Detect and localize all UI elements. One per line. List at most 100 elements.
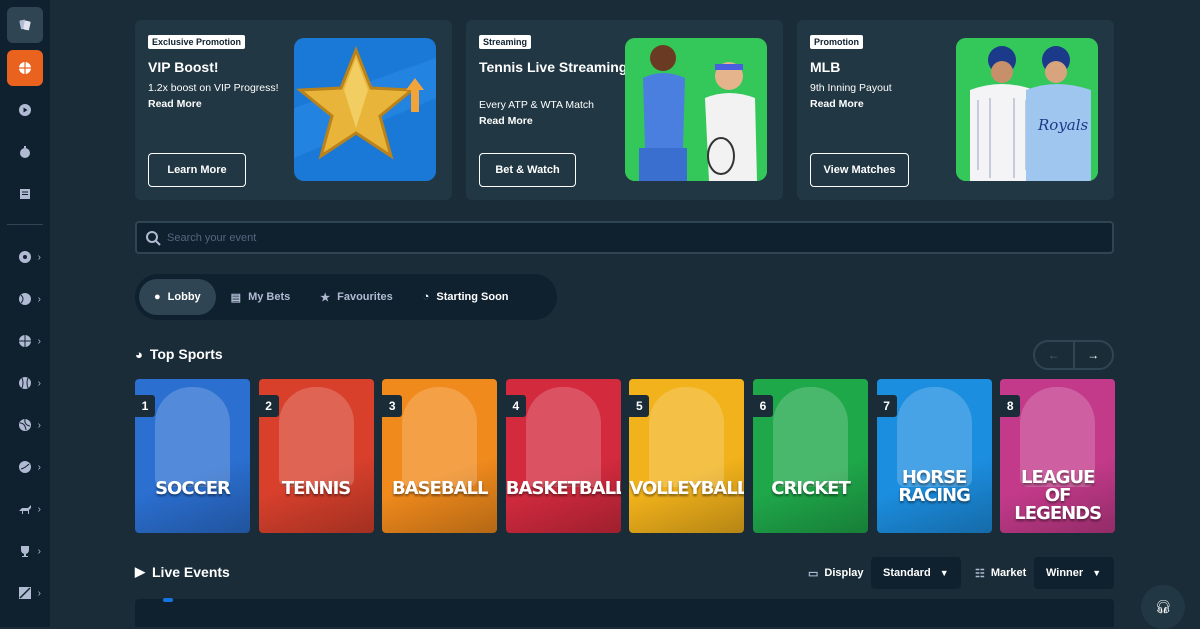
my-bets-nav-item[interactable]	[5, 176, 45, 212]
svg-text:Royals: Royals	[1037, 116, 1089, 134]
sport-rank: 3	[382, 395, 403, 417]
market-select[interactable]: Winner ▼	[1034, 557, 1114, 589]
sport-rank: 1	[135, 395, 155, 417]
sidebar-item-trophy[interactable]: ›	[5, 533, 45, 569]
sidebar-item-esports[interactable]: ›	[5, 575, 45, 611]
carousel-prev-button[interactable]: ←	[1035, 342, 1075, 368]
market-label: ☷ Market	[975, 567, 1027, 580]
bet-and-watch-button[interactable]: Bet & Watch	[479, 153, 576, 187]
carousel-next-button[interactable]: →	[1075, 342, 1113, 368]
monitor-icon: ▭	[808, 567, 819, 580]
search-icon	[146, 230, 161, 246]
betslip-icon: ▤	[230, 291, 242, 304]
sidebar-item-cricket[interactable]: ›	[5, 449, 45, 485]
athlete-image	[525, 387, 601, 487]
live-support-button[interactable]: 🎧︎	[1141, 585, 1185, 629]
promo-description: 1.2x boost on VIP Progress! Read More	[148, 82, 279, 110]
promo-card-mlb[interactable]: Promotion MLB 9th Inning Payout Read More…	[797, 20, 1114, 200]
tab-favourites[interactable]: ★ Favourites	[305, 279, 408, 315]
volleyball-icon	[19, 418, 31, 431]
sport-rank: 4	[505, 395, 526, 417]
sidebar-item-volleyball[interactable]: ›	[5, 407, 45, 443]
sidebar-item-tennis[interactable]: ›	[5, 281, 45, 317]
lobby-icon: ●	[154, 291, 161, 303]
chevron-down-icon: ▼	[939, 568, 949, 578]
search-input[interactable]: Search your event	[135, 221, 1114, 254]
sport-card[interactable]: 8 LEAGUE OF LEGENDS	[1000, 379, 1116, 533]
active-indicator	[163, 598, 173, 602]
sport-name: VOLLEYBALL	[629, 478, 745, 499]
display-label: ▭ Display	[808, 567, 864, 580]
read-more-link[interactable]: Read More	[148, 98, 202, 110]
athlete-image	[773, 387, 848, 487]
tab-starting-soon[interactable]: ◔ Starting Soon	[408, 279, 524, 315]
learn-more-button[interactable]: Learn More	[148, 153, 246, 187]
sport-name: HORSE RACING	[898, 467, 971, 506]
live-nav-item[interactable]	[5, 92, 45, 128]
promo-title: MLB	[810, 59, 841, 75]
list-icon: ☷	[975, 567, 985, 580]
cards-icon	[19, 19, 31, 31]
basketball-icon: ◕	[135, 346, 143, 362]
tennis-players-image	[625, 38, 767, 181]
play-icon	[19, 104, 31, 116]
view-matches-button[interactable]: View Matches	[810, 153, 909, 187]
chevron-right-icon: ›	[37, 587, 41, 599]
baseball-icon	[19, 377, 31, 389]
sport-rank: 2	[258, 395, 279, 417]
chevron-right-icon: ›	[37, 251, 41, 263]
sport-name: BASKETBALL	[505, 478, 621, 499]
promo-description: 9th Inning Payout Read More	[810, 82, 892, 110]
trophy-icon	[21, 546, 29, 557]
sport-name: TENNIS	[281, 478, 351, 499]
promo-tag: Exclusive Promotion	[148, 35, 246, 49]
sport-name: SOCCER	[155, 478, 231, 499]
sidebar-divider	[7, 224, 43, 225]
promo-tag: Streaming	[479, 35, 532, 49]
arrow-right-icon: →	[1087, 348, 1100, 362]
sport-card[interactable]: 7 HORSE RACING	[876, 379, 992, 533]
sport-card[interactable]: 2 TENNIS	[258, 379, 374, 533]
sidebar-item-horse-racing[interactable]: ›	[5, 491, 45, 527]
esports-icon	[19, 587, 31, 599]
promo-description: Every ATP & WTA Match Read More	[479, 99, 594, 127]
sport-card[interactable]: 6 CRICKET	[753, 379, 868, 533]
chevron-right-icon: ›	[37, 419, 41, 431]
promo-card-vip-boost[interactable]: Exclusive Promotion VIP Boost! 1.2x boos…	[135, 20, 452, 200]
tab-my-bets[interactable]: ▤ My Bets	[216, 279, 306, 315]
chevron-right-icon: ›	[37, 293, 41, 305]
athlete-image	[155, 387, 230, 487]
basketball-icon	[19, 335, 31, 347]
live-sports-filter-bar[interactable]	[135, 598, 1114, 627]
read-more-link[interactable]: Read More	[810, 98, 864, 110]
horse-racing-icon	[19, 505, 31, 514]
basketball-icon	[19, 62, 31, 74]
search-placeholder: Search your event	[167, 231, 257, 244]
promo-tag: Promotion	[810, 35, 863, 49]
sidebar: › › › › › › › › ›	[0, 0, 50, 627]
chevron-down-icon: ▼	[1092, 568, 1102, 578]
sport-card[interactable]: 5 VOLLEYBALL	[629, 379, 745, 533]
chevron-right-icon: ›	[37, 503, 41, 515]
sport-rank: 6	[753, 395, 773, 417]
promo-title: VIP Boost!	[148, 59, 219, 75]
starting-soon-nav-item[interactable]	[5, 134, 45, 170]
carousel-arrows: ← →	[1033, 340, 1114, 370]
sport-card[interactable]: 1 SOCCER	[135, 379, 250, 533]
casino-toggle-button[interactable]	[7, 7, 43, 43]
sport-card[interactable]: 3 BASEBALL	[382, 379, 498, 533]
display-select[interactable]: Standard ▼	[871, 557, 961, 589]
play-icon: ▶	[135, 564, 145, 579]
sport-card[interactable]: 4 BASKETBALL	[505, 379, 621, 533]
cricket-icon	[19, 461, 31, 473]
sidebar-item-soccer[interactable]: ›	[5, 239, 45, 275]
promo-card-tennis-streaming[interactable]: Streaming Tennis Live Streaming Every AT…	[466, 20, 783, 200]
athlete-image	[278, 387, 354, 487]
sport-name: CRICKET	[771, 478, 851, 499]
sports-toggle-button[interactable]	[7, 50, 43, 86]
read-more-link[interactable]: Read More	[479, 115, 533, 127]
sidebar-item-baseball[interactable]: ›	[5, 365, 45, 401]
sidebar-item-basketball[interactable]: ›	[5, 323, 45, 359]
headset-icon: 🎧︎	[1154, 599, 1172, 614]
tab-lobby[interactable]: ● Lobby	[139, 279, 216, 315]
